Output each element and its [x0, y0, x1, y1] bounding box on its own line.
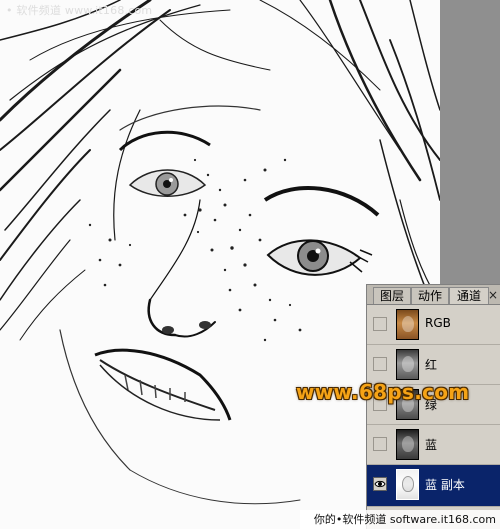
channels-panel: 图层 动作 通道 × RGB 红 绿 蓝 蓝 副本 [366, 284, 500, 529]
channel-thumbnail-blue-copy [396, 469, 419, 500]
channel-row-blue[interactable]: 蓝 [367, 425, 500, 465]
channel-thumbnail-red [396, 349, 419, 380]
channel-thumbnail-blue [396, 429, 419, 460]
site-watermark: www.68ps.com [296, 380, 470, 404]
left-eye-sketch [118, 130, 211, 197]
channel-label: RGB [425, 316, 451, 330]
channel-label: 红 [425, 358, 438, 372]
channel-row-blue-copy[interactable]: 蓝 副本 [367, 465, 500, 507]
channel-label: 蓝 [425, 438, 438, 452]
tab-layers[interactable]: 图层 [373, 287, 411, 304]
visibility-toggle[interactable] [373, 477, 387, 491]
photoshop-workspace: • 软件频道 www.it168.com 图层 动作 通道 × RGB 红 绿 [0, 0, 500, 529]
channel-row-red[interactable]: 红 [367, 345, 500, 385]
channel-thumbnail-rgb [396, 309, 419, 340]
visibility-toggle[interactable] [373, 317, 387, 331]
tab-channels[interactable]: 通道 [449, 287, 489, 304]
channel-label: 蓝 副本 [425, 478, 465, 492]
visibility-toggle[interactable] [373, 437, 387, 451]
bottom-credit: 你的•软件频道 software.it168.com [300, 510, 500, 529]
channel-row-rgb[interactable]: RGB [367, 305, 500, 345]
close-icon[interactable]: × [487, 288, 499, 302]
eye-icon [374, 480, 386, 488]
tab-actions[interactable]: 动作 [411, 287, 449, 304]
mouth-sketch [94, 348, 232, 421]
right-eye-sketch [263, 186, 380, 276]
top-watermark: • 软件频道 www.it168.com [6, 4, 153, 17]
visibility-toggle[interactable] [373, 357, 387, 371]
panel-tab-bar: 图层 动作 通道 × [367, 285, 500, 305]
